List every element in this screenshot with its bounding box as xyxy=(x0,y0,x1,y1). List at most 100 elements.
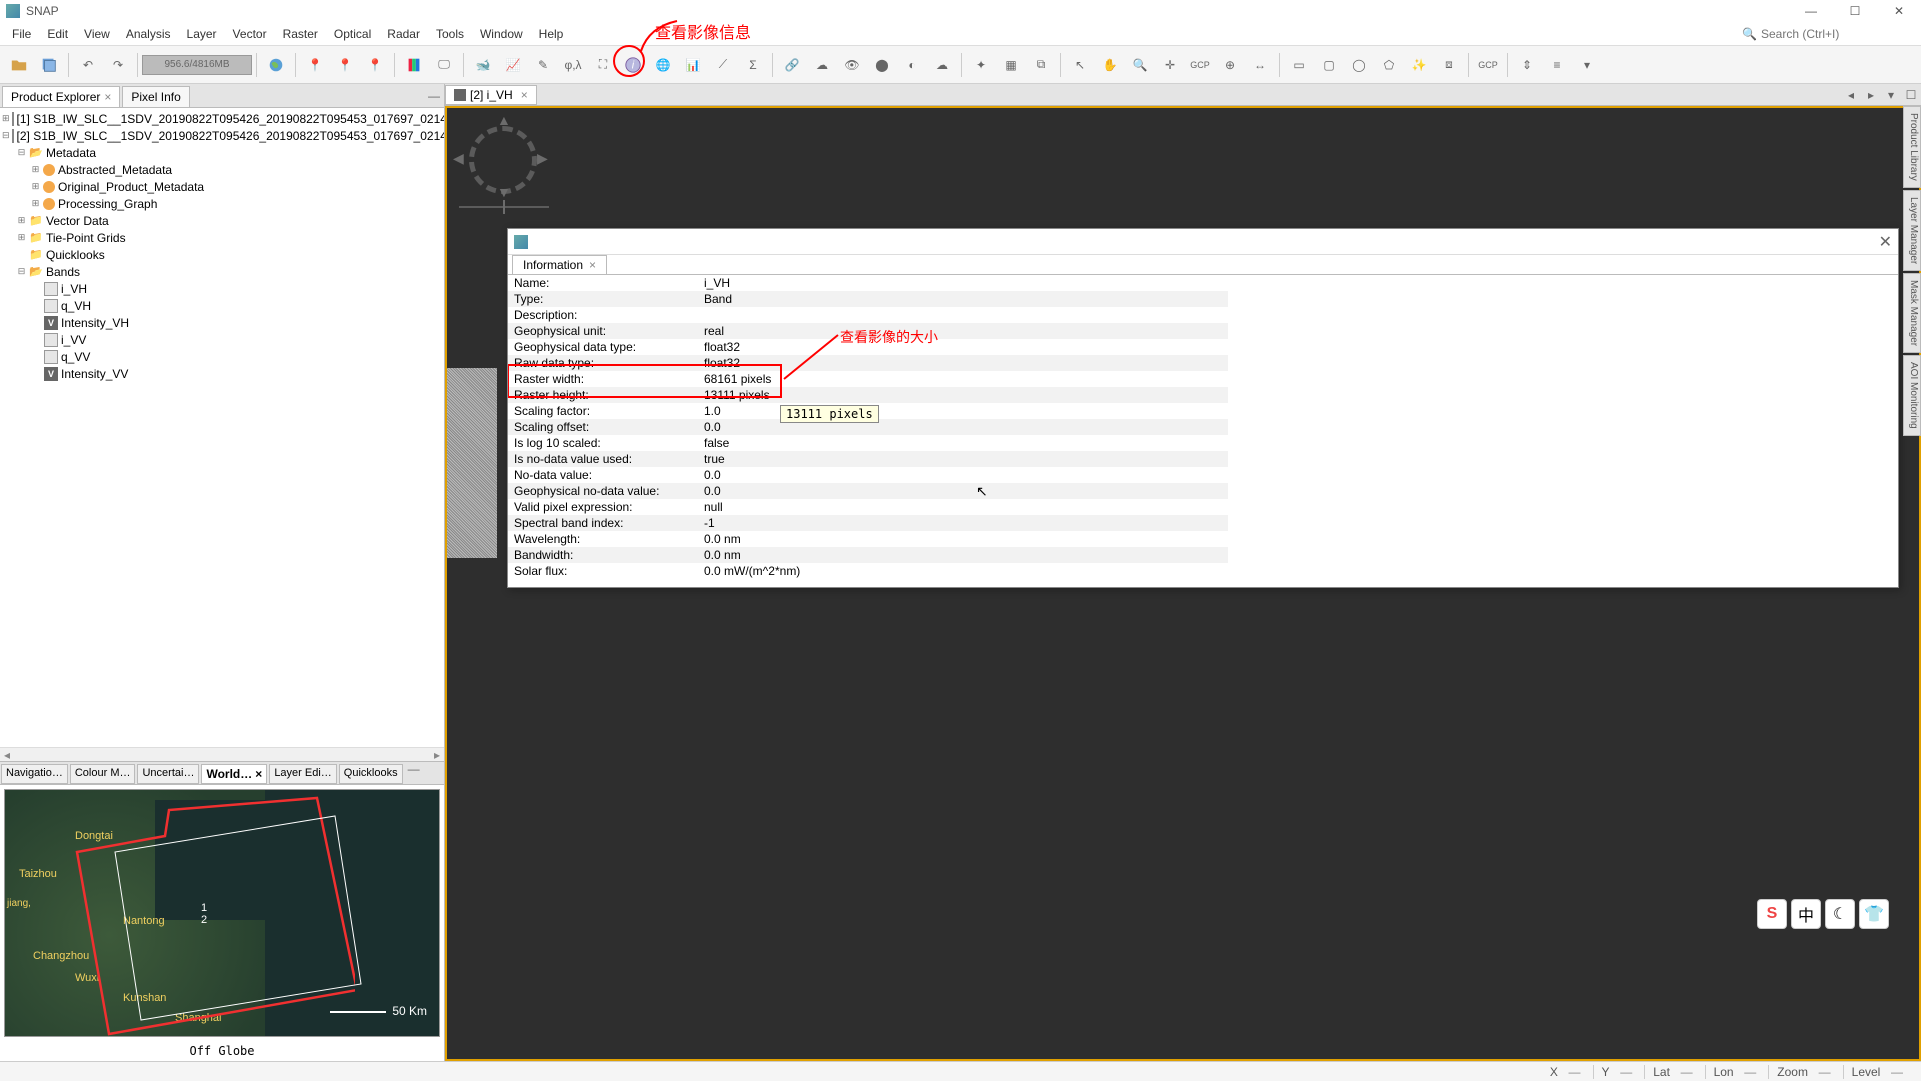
tree-band-intensity-vh[interactable]: VIntensity_VH xyxy=(2,314,442,331)
ime-moon-icon[interactable]: ☾ xyxy=(1825,899,1855,929)
tree-band-q-vv[interactable]: q_VV xyxy=(2,348,442,365)
tab-layer-editing[interactable]: Layer Edi… xyxy=(269,764,336,784)
crosshair2-icon[interactable]: ⊕ xyxy=(1216,51,1244,79)
gcp-icon[interactable]: GCP xyxy=(1186,51,1214,79)
tree-meta-graph[interactable]: ⊞Processing_Graph xyxy=(2,195,442,212)
tab-product-explorer[interactable]: Product Explorer× xyxy=(2,86,120,107)
tree-band-q-vh[interactable]: q_VH xyxy=(2,297,442,314)
rect-icon[interactable]: ▭ xyxy=(1285,51,1313,79)
histogram-icon[interactable]: ⛶ xyxy=(589,51,617,79)
ellipse-icon[interactable]: ◯ xyxy=(1345,51,1373,79)
side-tab-aoi-monitoring[interactable]: AOI Monitoring xyxy=(1903,355,1921,436)
close-icon[interactable]: × xyxy=(104,90,111,104)
dropdown-icon[interactable]: ▾ xyxy=(1573,51,1601,79)
menu-window[interactable]: Window xyxy=(472,25,531,43)
tree-bands[interactable]: ⊟Bands xyxy=(2,263,442,280)
filter-icon[interactable]: ⧉ xyxy=(1027,51,1055,79)
image-canvas[interactable]: ▲ ▼ ◀ ▶ ✕ Information× xyxy=(445,106,1921,1061)
ime-sogou-icon[interactable]: S xyxy=(1757,899,1787,929)
panel-minimize-icon[interactable]: — xyxy=(424,89,444,103)
tree-quicklooks[interactable]: Quicklooks xyxy=(2,246,442,263)
menu-edit[interactable]: Edit xyxy=(39,25,76,43)
search-input[interactable] xyxy=(1761,27,1911,41)
sigma-icon[interactable]: Σ xyxy=(739,51,767,79)
eye-icon[interactable]: 👁 xyxy=(838,51,866,79)
doc-prev-icon[interactable]: ◂ xyxy=(1841,88,1861,102)
world-icon[interactable] xyxy=(262,51,290,79)
edit-chart-icon[interactable]: ✎ xyxy=(529,51,557,79)
polygon-icon[interactable]: ⬠ xyxy=(1375,51,1403,79)
menu-view[interactable]: View xyxy=(76,25,118,43)
pointer-icon[interactable]: ↖ xyxy=(1066,51,1094,79)
menu-file[interactable]: File xyxy=(4,25,39,43)
gcp2-icon[interactable]: GCP xyxy=(1474,51,1502,79)
doc-next-icon[interactable]: ▸ xyxy=(1861,88,1881,102)
fence-icon[interactable]: ⧈ xyxy=(1435,51,1463,79)
tree-product-1[interactable]: ⊞[1] S1B_IW_SLC__1SDV_20190822T095426_20… xyxy=(2,110,442,127)
minimize-button[interactable]: — xyxy=(1789,0,1833,22)
doc-list-icon[interactable]: ▾ xyxy=(1881,88,1901,102)
memory-indicator[interactable]: 956.6/4816MB xyxy=(142,55,252,75)
menu-layer[interactable]: Layer xyxy=(179,25,225,43)
stats-icon[interactable]: 📊 xyxy=(679,51,707,79)
maximize-button[interactable]: ☐ xyxy=(1833,0,1877,22)
blur-icon[interactable]: ◐ xyxy=(898,51,926,79)
crosshair-icon[interactable]: ✛ xyxy=(1156,51,1184,79)
information-icon[interactable]: i xyxy=(619,51,647,79)
magicwand-icon[interactable]: ✨ xyxy=(1405,51,1433,79)
tree-metadata[interactable]: ⊟Metadata xyxy=(2,144,442,161)
doc-tab-i-vh[interactable]: [2] i_VH × xyxy=(445,85,537,105)
screenshot-icon[interactable]: 🖵 xyxy=(430,51,458,79)
open-icon[interactable] xyxy=(5,51,33,79)
menu-raster[interactable]: Raster xyxy=(275,25,326,43)
tab-navigation[interactable]: Navigatio… xyxy=(1,764,68,784)
zoom-icon[interactable]: 🔍 xyxy=(1126,51,1154,79)
side-tab-mask-manager[interactable]: Mask Manager xyxy=(1903,273,1921,353)
roundrect-icon[interactable]: ▢ xyxy=(1315,51,1343,79)
pin-green-icon[interactable]: 📍 xyxy=(331,51,359,79)
close-icon[interactable]: × xyxy=(255,767,262,781)
pin-yellow-icon[interactable]: 📍 xyxy=(301,51,329,79)
tab-uncertainty[interactable]: Uncertai… xyxy=(137,764,199,784)
tab-colour[interactable]: Colour M… xyxy=(70,764,136,784)
tree-band-intensity-vv[interactable]: VIntensity_VV xyxy=(2,365,442,382)
tree-meta-abstracted[interactable]: ⊞Abstracted_Metadata xyxy=(2,161,442,178)
tab-quicklooks[interactable]: Quicklooks xyxy=(339,764,403,784)
menu-help[interactable]: Help xyxy=(531,25,572,43)
ime-chinese-icon[interactable]: 中 xyxy=(1791,899,1821,929)
nav-compass-icon[interactable]: ▲ ▼ ◀ ▶ xyxy=(459,120,549,220)
close-icon[interactable]: × xyxy=(589,258,596,272)
scatter-icon[interactable]: ⟋ xyxy=(709,51,737,79)
sparkle-icon[interactable]: ✦ xyxy=(967,51,995,79)
tab-pixel-info[interactable]: Pixel Info xyxy=(122,86,189,107)
information-body[interactable]: Name:i_VHType:BandDescription:Geophysica… xyxy=(508,275,1898,587)
disk-icon[interactable]: ⬤ xyxy=(868,51,896,79)
phi-lambda-icon[interactable]: φ,λ xyxy=(559,51,587,79)
product-tree[interactable]: ⊞[1] S1B_IW_SLC__1SDV_20190822T095426_20… xyxy=(0,108,444,747)
save-all-icon[interactable] xyxy=(35,51,63,79)
dialog-tab-information[interactable]: Information× xyxy=(512,255,607,274)
link-icon[interactable]: 🔗 xyxy=(778,51,806,79)
tree-meta-original[interactable]: ⊞Original_Product_Metadata xyxy=(2,178,442,195)
colorbar-icon[interactable] xyxy=(400,51,428,79)
expand-v-icon[interactable]: ⇕ xyxy=(1513,51,1541,79)
pan-icon[interactable]: ✋ xyxy=(1096,51,1124,79)
cloud-icon[interactable]: ☁ xyxy=(808,51,836,79)
ime-skin-icon[interactable]: 👕 xyxy=(1859,899,1889,929)
tree-product-2[interactable]: ⊟[2] S1B_IW_SLC__1SDV_20190822T095426_20… xyxy=(2,127,442,144)
tab-worldview[interactable]: World… × xyxy=(201,764,267,784)
menu-search[interactable]: 🔍 xyxy=(1742,27,1911,41)
menu-vector[interactable]: Vector xyxy=(225,25,275,43)
side-tab-layer-manager[interactable]: Layer Manager xyxy=(1903,190,1921,271)
close-icon[interactable]: × xyxy=(521,88,528,102)
dialog-close-icon[interactable]: ✕ xyxy=(1879,232,1892,252)
grid-icon[interactable]: ▦ xyxy=(997,51,1025,79)
line-chart-icon[interactable]: 📈 xyxy=(499,51,527,79)
redo-icon[interactable]: ↷ xyxy=(104,51,132,79)
measure-icon[interactable]: ↔ xyxy=(1246,51,1274,79)
worldview-map[interactable]: Dongtai Taizhou jiang, Nantong Changzhou… xyxy=(4,789,440,1037)
doc-max-icon[interactable]: ☐ xyxy=(1901,88,1921,102)
undo-icon[interactable]: ↶ xyxy=(74,51,102,79)
side-tab-product-library[interactable]: Product Library xyxy=(1903,106,1921,188)
panel-minimize-icon[interactable]: — xyxy=(404,762,424,784)
